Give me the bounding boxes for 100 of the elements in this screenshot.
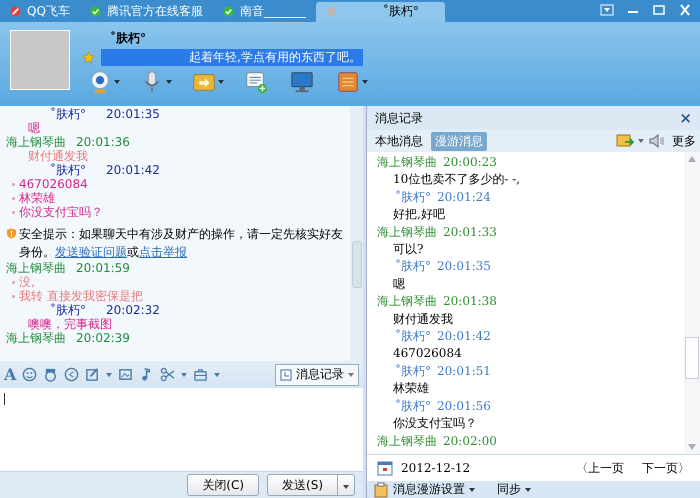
clipboard-icon[interactable] xyxy=(373,482,389,498)
caret-icon[interactable] xyxy=(218,80,224,84)
message-time: 20:00:23 xyxy=(443,155,497,169)
message-time: 20:01:36 xyxy=(76,135,130,149)
chat-tab[interactable]: QQ飞车 xyxy=(0,2,80,22)
webcam-icon[interactable] xyxy=(88,70,112,94)
message-time: 20:01:35 xyxy=(437,259,491,274)
caret-icon xyxy=(348,372,354,376)
sender-name: 海上钢琴曲 xyxy=(6,331,66,345)
sender-name: 海上钢琴曲 xyxy=(377,294,437,308)
history-tab[interactable]: 本地消息 xyxy=(371,132,427,150)
message-text: 嗯 xyxy=(28,121,40,135)
sender-name: ˚肤朽° xyxy=(50,107,86,121)
message-time: 20:01:38 xyxy=(443,294,497,308)
send-button[interactable]: 发送(S) xyxy=(267,474,338,496)
message-text: 财付通发我 xyxy=(28,149,88,163)
send-options-button[interactable] xyxy=(338,474,355,496)
sender-name: 海上钢琴曲 xyxy=(6,135,66,149)
security-notice: 安全提示：如果聊天中有涉及财产的操作，请一定先核实好友身份。发送验证问题或点击举报 xyxy=(19,226,344,261)
message-time: 20:01:42 xyxy=(106,163,160,177)
message-text: 467026084 xyxy=(19,177,88,191)
shake-icon[interactable] xyxy=(64,367,80,382)
message-text: 噢噢，完事截图 xyxy=(28,317,112,331)
scroll-down-icon[interactable] xyxy=(688,444,696,450)
message-time: 20:01:35 xyxy=(106,107,160,121)
message-text: 林荣雄 xyxy=(19,191,55,205)
speaker-icon[interactable] xyxy=(648,133,666,149)
scissors-icon[interactable] xyxy=(160,367,176,382)
message-time: 20:01:33 xyxy=(443,224,497,239)
chat-tab[interactable]: ˚肤朽° xyxy=(316,2,445,22)
verify-link[interactable]: 发送验证问题 xyxy=(55,245,127,259)
report-link[interactable]: 点击举报 xyxy=(139,245,187,259)
caret-icon[interactable] xyxy=(469,488,475,492)
sender-name: ˚肤朽° xyxy=(395,364,431,378)
message-time: 20:01:56 xyxy=(437,398,491,413)
scroll-thumb[interactable] xyxy=(685,337,699,379)
image-icon[interactable] xyxy=(118,367,134,382)
caret-icon[interactable] xyxy=(362,80,368,84)
close-icon[interactable] xyxy=(678,4,692,16)
sender-name: 海上钢琴曲 xyxy=(377,434,437,448)
clock-icon xyxy=(280,368,292,380)
smiley-icon[interactable] xyxy=(22,367,38,382)
shield-icon xyxy=(6,228,17,239)
chat-tab[interactable]: 南音_______ xyxy=(212,2,316,22)
message-text: 没, xyxy=(19,275,35,289)
sender-name: 海上钢琴曲 xyxy=(377,155,437,169)
scrollbar[interactable] xyxy=(684,152,700,454)
export-icon[interactable] xyxy=(616,133,634,149)
history-button[interactable]: 消息记录 xyxy=(275,364,359,386)
close-button[interactable]: 关闭(C) xyxy=(187,474,260,496)
calendar-icon[interactable] xyxy=(377,460,393,476)
message-text: 10位也卖不了多少的- -, xyxy=(393,172,520,186)
panel-title: 消息记录 xyxy=(375,110,423,126)
caret-icon[interactable] xyxy=(638,139,644,143)
message-text: 467026084 xyxy=(393,346,462,360)
scrollbar[interactable] xyxy=(350,106,363,361)
caret-icon xyxy=(343,485,349,489)
date-text: 2012-12-12 xyxy=(401,461,470,475)
edit-icon[interactable] xyxy=(85,367,100,382)
message-time: 20:01:51 xyxy=(437,364,491,378)
caret-icon[interactable] xyxy=(166,80,172,84)
message-text: 好把,好吧 xyxy=(393,207,445,222)
message-text: 你没支付宝吗？ xyxy=(393,416,477,430)
font-button[interactable]: A xyxy=(4,365,16,384)
sender-name: ˚肤朽° xyxy=(395,259,431,274)
star-icon xyxy=(82,50,95,64)
sender-name: ˚肤朽° xyxy=(50,303,86,317)
dropdown-icon[interactable] xyxy=(600,4,614,16)
message-text: 可以? xyxy=(393,242,424,256)
next-page-link[interactable]: 下一页〉 xyxy=(642,460,690,476)
app-box-icon[interactable] xyxy=(336,70,360,94)
sync-menu[interactable]: 同步 xyxy=(497,481,521,498)
more-link[interactable]: 更多 xyxy=(672,132,696,150)
message-text: 林荣雄 xyxy=(393,381,429,396)
message-time: 20:01:59 xyxy=(76,261,130,275)
message-input[interactable] xyxy=(0,388,363,471)
monitor-icon[interactable] xyxy=(290,70,314,94)
contact-name: ˚肤朽° xyxy=(110,30,147,47)
sender-name: ˚肤朽° xyxy=(395,398,431,413)
caret-icon[interactable] xyxy=(525,488,531,492)
caret-icon[interactable] xyxy=(114,80,120,84)
previous-page-link[interactable]: 〈上一页 xyxy=(576,460,624,476)
message-time: 20:01:24 xyxy=(437,190,491,204)
message-time: 20:02:39 xyxy=(76,331,130,345)
sender-name: ˚肤朽° xyxy=(50,163,86,177)
message-add-icon[interactable] xyxy=(244,70,268,94)
close-panel-button[interactable]: × xyxy=(679,109,692,127)
maximize-icon[interactable] xyxy=(652,4,666,16)
scroll-up-icon[interactable] xyxy=(688,156,696,162)
message-text: 嗯 xyxy=(393,276,405,291)
scroll-thumb[interactable] xyxy=(352,241,362,288)
message-time: 20:02:32 xyxy=(106,303,160,317)
message-time: 20:01:42 xyxy=(437,329,491,344)
briefcase-icon[interactable] xyxy=(193,367,208,382)
face-icon[interactable] xyxy=(43,367,58,382)
sender-name: 海上钢琴曲 xyxy=(377,224,437,239)
roaming-settings-menu[interactable]: 消息漫游设置 xyxy=(393,481,465,498)
chat-tab[interactable]: 腾讯官方在线客服 xyxy=(80,2,213,22)
sender-name: ˚肤朽° xyxy=(395,190,431,204)
signature-text: 起着年轻,学点有用的东西了吧。 xyxy=(101,48,363,66)
